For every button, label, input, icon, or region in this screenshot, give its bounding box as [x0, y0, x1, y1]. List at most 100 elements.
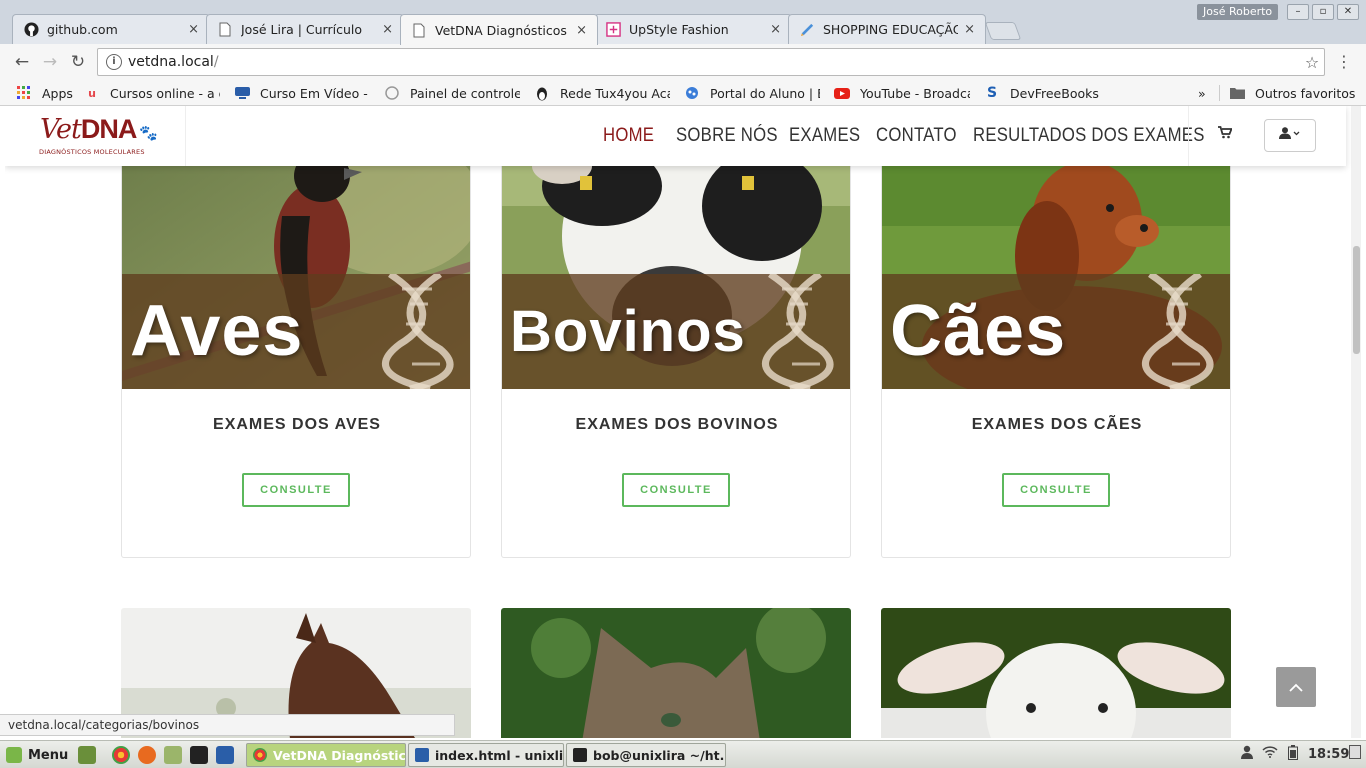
- consulte-button[interactable]: CONSULTE: [242, 473, 350, 507]
- bookmark-star-icon[interactable]: ☆: [1300, 53, 1324, 72]
- bookmark-apps[interactable]: Apps: [16, 83, 86, 103]
- tab-title: VetDNA Diagnósticos M: [435, 22, 571, 38]
- bookmark-painel[interactable]: Painel de controle |: [384, 83, 520, 103]
- card-title: EXAMES DOS CÃES: [971, 416, 1143, 433]
- close-icon[interactable]: ×: [188, 22, 199, 37]
- maximize-icon[interactable]: ▫: [1312, 4, 1334, 20]
- bookmark-udemy[interactable]: u Cursos online - a qu: [84, 83, 220, 103]
- card-big-label: Aves: [130, 291, 304, 371]
- bookmarks-divider: [1219, 85, 1220, 101]
- vetdna-logo[interactable]: VetDNA 🐾 DIAGNÓSTICOS MOLECULARES: [5, 106, 186, 166]
- browser-menu-icon[interactable]: ⋮: [1336, 52, 1352, 72]
- tab-vetdna[interactable]: VetDNA Diagnósticos M ×: [400, 14, 598, 45]
- browser-tabstrip: github.com × José Lira | Currículo × Vet…: [0, 0, 1366, 45]
- bookmark-cursoemvideo[interactable]: Curso Em Vídeo - Cu: [234, 83, 370, 103]
- task-editor[interactable]: index.html - unixli...: [408, 743, 564, 767]
- dna-helix-icon: [762, 274, 834, 389]
- portal-icon: [684, 85, 700, 101]
- nav-contato[interactable]: CONTATO: [876, 106, 957, 166]
- os-taskbar: Menu VetDNA Diagnóstic... index.html - u…: [0, 740, 1366, 768]
- bookmark-other-folder[interactable]: Outros favoritos: [1229, 83, 1359, 103]
- profile-badge[interactable]: José Roberto: [1197, 4, 1279, 20]
- sheep-photo[interactable]: [881, 608, 1231, 738]
- dna-helix-icon: [382, 274, 454, 389]
- close-icon[interactable]: ×: [770, 22, 781, 37]
- tab-upstyle[interactable]: UpStyle Fashion ×: [594, 14, 792, 44]
- cursoemvideo-icon: [234, 85, 250, 101]
- back-to-top-button[interactable]: [1276, 667, 1316, 707]
- show-desktop-icon[interactable]: [78, 746, 96, 764]
- paw-icon: 🐾: [139, 124, 158, 142]
- apps-grid-icon: [16, 85, 32, 101]
- chrome-launcher-icon[interactable]: [112, 746, 130, 764]
- editor-icon: [415, 748, 429, 762]
- close-icon[interactable]: ×: [576, 23, 587, 38]
- tab-curriculo[interactable]: José Lira | Currículo ×: [206, 14, 404, 44]
- card-big-label: Bovinos: [510, 299, 746, 364]
- card-title: EXAMES DOS AVES: [213, 416, 381, 433]
- new-tab-button[interactable]: [984, 22, 1022, 40]
- back-arrow-icon[interactable]: ←: [12, 52, 32, 72]
- scrollbar-thumb[interactable]: [1353, 246, 1360, 354]
- cat-photo[interactable]: [501, 608, 851, 738]
- card-title: EXAMES DOS BOVINOS: [575, 416, 779, 433]
- clock: 18:59: [1308, 747, 1350, 762]
- card-aves: Aves EXAMES DOS AVES CONSULTE: [121, 146, 471, 558]
- page-scrollbar[interactable]: [1351, 106, 1361, 738]
- battery-icon[interactable]: [1288, 745, 1298, 765]
- tab-title: José Lira | Currículo: [241, 22, 363, 37]
- user-menu-button[interactable]: [1264, 119, 1316, 152]
- chevron-up-icon: [1289, 683, 1303, 692]
- bookmark-portal-aluno[interactable]: Portal do Aluno | E: [684, 83, 820, 103]
- bookmarks-overflow[interactable]: »: [1198, 83, 1212, 103]
- card-caes: Cães EXAMES DOS CÃES CONSULTE: [881, 146, 1231, 558]
- close-icon[interactable]: ×: [964, 22, 975, 37]
- nav-resultados[interactable]: RESULTADOS DOS EXAMES: [973, 106, 1205, 166]
- terminal-launcher-icon[interactable]: [190, 746, 208, 764]
- nav-exames[interactable]: EXAMES: [789, 106, 860, 166]
- chrome-icon: [253, 748, 267, 762]
- info-icon[interactable]: i: [106, 54, 122, 70]
- editor-launcher-icon[interactable]: [216, 746, 234, 764]
- task-chrome[interactable]: VetDNA Diagnóstic...: [246, 743, 406, 767]
- firefox-launcher-icon[interactable]: [138, 746, 156, 764]
- tab-github[interactable]: github.com ×: [12, 14, 210, 44]
- logo-wordmark: VetDNA: [40, 114, 137, 145]
- github-icon: [23, 22, 39, 38]
- consulte-button[interactable]: CONSULTE: [1002, 473, 1110, 507]
- bookmark-youtube[interactable]: YouTube - Broadcas: [834, 83, 970, 103]
- nav-sobre[interactable]: SOBRE NÓS: [676, 106, 778, 166]
- notification-icon[interactable]: [1349, 745, 1361, 765]
- site-navbar: VetDNA 🐾 DIAGNÓSTICOS MOLECULARES HOME S…: [5, 106, 1346, 166]
- tab-shopping[interactable]: SHOPPING EDUCAÇÃO ×: [788, 14, 986, 44]
- tab-title: SHOPPING EDUCAÇÃO: [823, 22, 959, 37]
- nav-home[interactable]: HOME: [603, 106, 654, 166]
- address-bar[interactable]: i vetdna.local/ ☆: [97, 48, 1325, 76]
- shopping-icon: [799, 22, 815, 38]
- nav-divider: [1188, 106, 1189, 166]
- bookmarks-bar: Apps u Cursos online - a qu Curso Em Víd…: [0, 80, 1366, 106]
- cart-icon[interactable]: [1218, 126, 1233, 143]
- wifi-icon[interactable]: [1262, 745, 1278, 765]
- bookmark-devfreebooks[interactable]: S DevFreeBooks: [984, 83, 1104, 103]
- udemy-icon: u: [88, 86, 96, 100]
- consulte-button[interactable]: CONSULTE: [622, 473, 730, 507]
- forward-arrow-icon[interactable]: →: [40, 52, 60, 72]
- dna-helix-icon: [1142, 274, 1214, 389]
- task-terminal[interactable]: bob@unixlira ~/ht...: [566, 743, 726, 767]
- card-bovinos: Bovinos EXAMES DOS BOVINOS CONSULTE: [501, 146, 851, 558]
- upstyle-icon: [605, 22, 621, 38]
- minimize-icon[interactable]: –: [1287, 4, 1309, 20]
- user-tray-icon[interactable]: [1240, 745, 1254, 765]
- address-url[interactable]: vetdna.local/: [128, 54, 1300, 70]
- window-close-icon[interactable]: ✕: [1337, 4, 1359, 20]
- reload-icon[interactable]: ↻: [68, 52, 88, 72]
- start-menu-button[interactable]: Menu: [6, 745, 68, 765]
- bookmark-tux4you[interactable]: Rede Tux4you Acad: [534, 83, 670, 103]
- page-icon: [217, 22, 233, 38]
- files-launcher-icon[interactable]: [164, 746, 182, 764]
- close-icon[interactable]: ×: [382, 22, 393, 37]
- folder-icon: [1229, 85, 1245, 101]
- logo-tagline: DIAGNÓSTICOS MOLECULARES: [39, 148, 145, 156]
- page-viewport: VetDNA 🐾 DIAGNÓSTICOS MOLECULARES HOME S…: [5, 106, 1361, 738]
